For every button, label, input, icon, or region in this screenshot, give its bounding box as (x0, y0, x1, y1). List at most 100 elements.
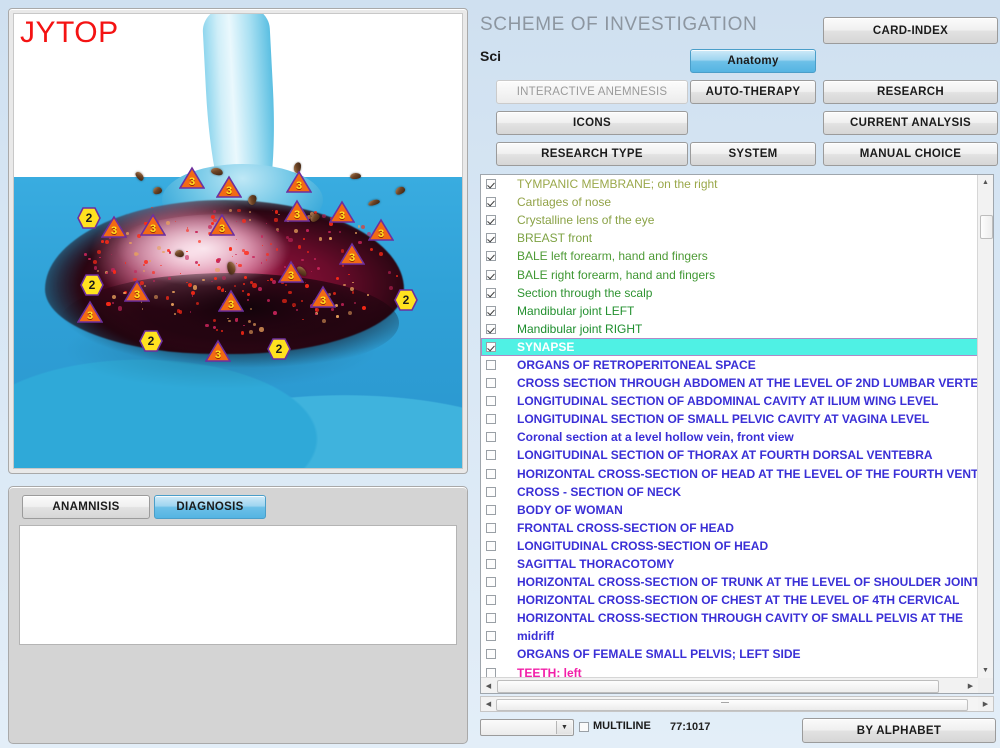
list-item[interactable]: Crystalline lens of the eye (481, 211, 978, 229)
system-button[interactable]: SYSTEM (690, 142, 816, 166)
auto-therapy-button[interactable]: AUTO-THERAPY (690, 80, 816, 104)
list-vertical-scrollbar[interactable]: ▲ ▼ (977, 175, 993, 678)
vertical-scroll-thumb[interactable] (980, 215, 993, 239)
outer-scroll-thumb[interactable] (496, 699, 968, 711)
marker-triangle[interactable]: 3 (339, 242, 365, 266)
list-item-checkbox[interactable] (486, 306, 496, 316)
list-item-checkbox[interactable] (486, 233, 496, 243)
list-item[interactable]: ORGANS OF RETROPERITONEAL SPACE (481, 356, 978, 374)
list-item[interactable]: midriff (481, 627, 978, 645)
list-item[interactable]: ORGANS OF FEMALE SMALL PELVIS; LEFT SIDE (481, 645, 978, 663)
scroll-down-icon[interactable]: ▼ (978, 663, 993, 678)
list-item-checkbox[interactable] (486, 450, 496, 460)
card-index-button[interactable]: CARD-INDEX (823, 17, 998, 44)
horizontal-scroll-thumb[interactable] (497, 680, 939, 693)
research-type-button[interactable]: RESEARCH TYPE (496, 142, 688, 166)
list-item-checkbox[interactable] (486, 378, 496, 388)
marker-triangle[interactable]: 3 (101, 215, 127, 239)
marker-hexagon[interactable]: 2 (394, 288, 418, 312)
list-item[interactable]: BALE left forearm, hand and fingers (481, 247, 978, 265)
marker-hexagon[interactable]: 2 (267, 337, 291, 361)
marker-triangle[interactable]: 3 (329, 200, 355, 224)
list-item[interactable]: Cartiages of nose (481, 193, 978, 211)
list-item-checkbox[interactable] (486, 487, 496, 497)
scroll-left-icon[interactable]: ◀ (481, 678, 496, 693)
list-item-checkbox[interactable] (486, 197, 496, 207)
list-item-checkbox[interactable] (486, 342, 496, 352)
list-item[interactable]: LONGITUDINAL SECTION OF SMALL PELVIC CAV… (481, 410, 978, 428)
list-item[interactable]: HORIZONTAL CROSS-SECTION OF CHEST AT THE… (481, 591, 978, 609)
list-item-checkbox[interactable] (486, 541, 496, 551)
interactive-anemnesis-button[interactable]: INTERACTIVE ANEMNESIS (496, 80, 688, 104)
list-item-checkbox[interactable] (486, 595, 496, 605)
image-viewer[interactable]: JYTOP 333332333333233323232 (13, 13, 463, 469)
list-item-checkbox[interactable] (486, 396, 496, 406)
marker-triangle[interactable]: 3 (124, 279, 150, 303)
list-item-checkbox[interactable] (486, 324, 496, 334)
current-analysis-button[interactable]: CURRENT ANALYSIS (823, 111, 998, 135)
marker-triangle[interactable]: 3 (310, 285, 336, 309)
list-item[interactable]: HORIZONTAL CROSS-SECTION OF TRUNK AT THE… (481, 573, 978, 591)
list-item-checkbox[interactable] (486, 414, 496, 424)
list-item[interactable]: HORIZONTAL CROSS-SECTION THROUGH CAVITY … (481, 609, 978, 627)
list-item-checkbox[interactable] (486, 179, 496, 189)
marker-triangle[interactable]: 3 (368, 218, 394, 242)
list-item-checkbox[interactable] (486, 613, 496, 623)
list-item[interactable]: BREAST front (481, 229, 978, 247)
multiline-checkbox[interactable] (579, 722, 589, 732)
marker-hexagon[interactable]: 2 (80, 273, 104, 297)
diagnosis-notes-area[interactable] (19, 525, 457, 645)
list-item[interactable]: LONGITUDINAL SECTION OF ABDOMINAL CAVITY… (481, 392, 978, 410)
marker-triangle[interactable]: 3 (278, 260, 304, 284)
manual-choice-button[interactable]: MANUAL CHOICE (823, 142, 998, 166)
marker-triangle[interactable]: 3 (284, 199, 310, 223)
list-item-checkbox[interactable] (486, 577, 496, 587)
chevron-down-icon[interactable]: ▼ (556, 721, 572, 734)
list-item[interactable]: CROSS - SECTION OF NECK (481, 483, 978, 501)
list-item[interactable]: TEETH; left (481, 664, 978, 678)
scroll-up-icon[interactable]: ▲ (978, 175, 993, 190)
list-item[interactable]: SAGITTAL THORACOTOMY (481, 555, 978, 573)
list-item-checkbox[interactable] (486, 469, 496, 479)
list-item[interactable]: TYMPANIC MEMBRANE; on the right (481, 175, 978, 193)
list-item-checkbox[interactable] (486, 523, 496, 533)
outer-scroll-left-icon[interactable]: ◀ (481, 697, 496, 711)
marker-triangle[interactable]: 3 (140, 213, 166, 237)
investigation-list[interactable]: TYMPANIC MEMBRANE; on the rightCartiages… (480, 174, 994, 694)
list-item-checkbox[interactable] (486, 288, 496, 298)
list-item[interactable]: BALE right forearm, hand and fingers (481, 265, 978, 283)
tab-anamnisis[interactable]: ANAMNISIS (22, 495, 150, 519)
list-item-checkbox[interactable] (486, 631, 496, 641)
list-item-checkbox[interactable] (486, 505, 496, 515)
marker-triangle[interactable]: 3 (209, 213, 235, 237)
marker-hexagon[interactable]: 2 (77, 206, 101, 230)
icons-button[interactable]: ICONS (496, 111, 688, 135)
outer-horizontal-scrollbar[interactable]: ◀ ▶ (480, 696, 994, 712)
marker-triangle[interactable]: 3 (179, 166, 205, 190)
research-button[interactable]: RESEARCH (823, 80, 998, 104)
list-item[interactable]: LONGITUDINAL SECTION OF THORAX AT FOURTH… (481, 446, 978, 464)
outer-scroll-right-icon[interactable]: ▶ (978, 697, 993, 711)
marker-triangle[interactable]: 3 (218, 289, 244, 313)
list-item-checkbox[interactable] (486, 559, 496, 569)
list-item[interactable]: SYNAPSE (481, 338, 978, 356)
list-item[interactable]: LONGITUDINAL CROSS-SECTION OF HEAD (481, 537, 978, 555)
anatomy-button[interactable]: Anatomy (690, 49, 816, 73)
list-horizontal-scrollbar[interactable]: ◀ ▶ (481, 677, 978, 693)
list-item[interactable]: Coronal section at a level hollow vein, … (481, 428, 978, 446)
list-item-checkbox[interactable] (486, 251, 496, 261)
list-item[interactable]: Mandibular joint RIGHT (481, 320, 978, 338)
marker-triangle[interactable]: 3 (205, 339, 231, 363)
filter-dropdown[interactable]: ▼ (480, 719, 574, 736)
by-alphabet-button[interactable]: BY ALPHABET (802, 718, 996, 743)
list-item-checkbox[interactable] (486, 432, 496, 442)
marker-hexagon[interactable]: 2 (139, 329, 163, 353)
scroll-right-icon[interactable]: ▶ (963, 678, 978, 693)
marker-triangle[interactable]: 3 (77, 300, 103, 324)
list-item[interactable]: FRONTAL CROSS-SECTION OF HEAD (481, 519, 978, 537)
list-item[interactable]: Section through the scalp (481, 284, 978, 302)
list-item-checkbox[interactable] (486, 649, 496, 659)
list-item-checkbox[interactable] (486, 270, 496, 280)
list-item[interactable]: Mandibular joint LEFT (481, 302, 978, 320)
marker-triangle[interactable]: 3 (286, 170, 312, 194)
